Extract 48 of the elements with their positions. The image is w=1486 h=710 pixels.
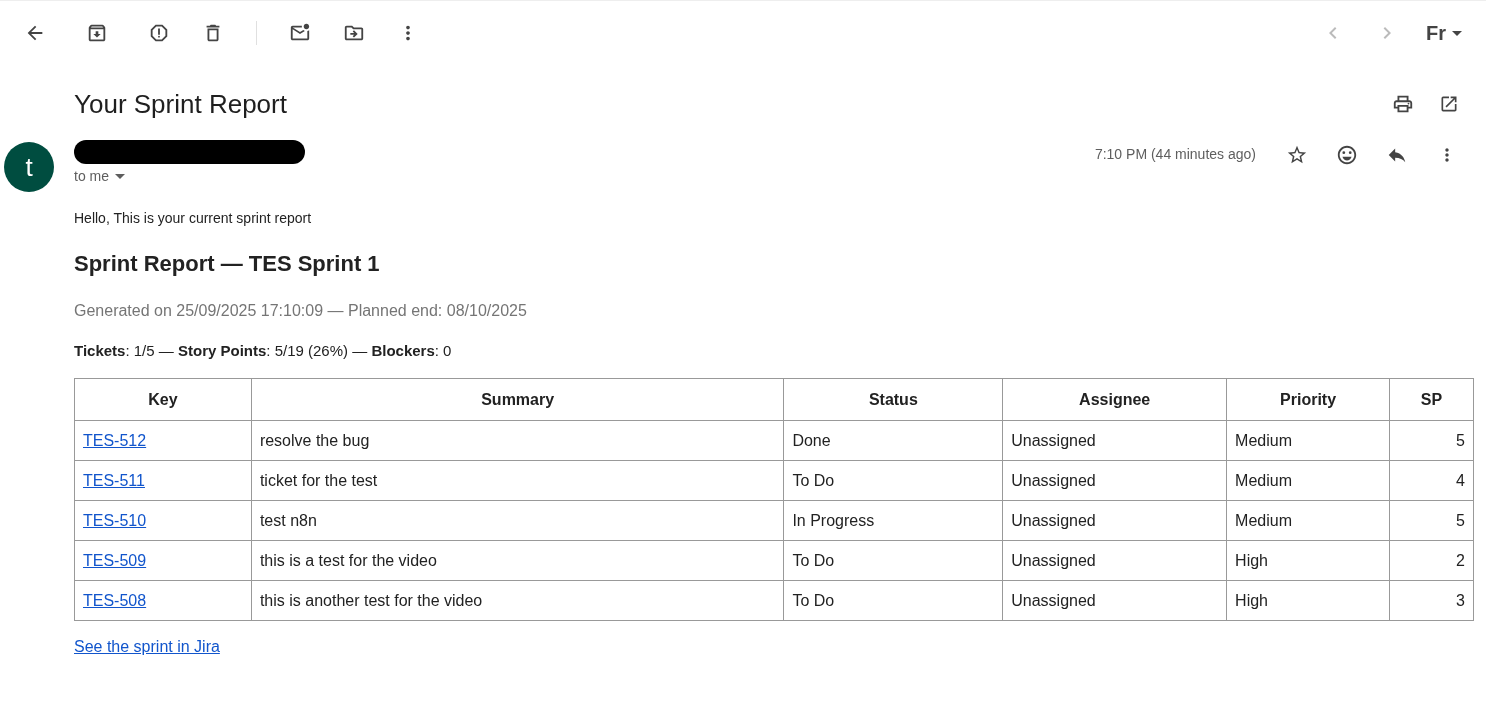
- table-cell: this is another test for the video: [251, 580, 784, 621]
- table-cell: 2: [1389, 540, 1474, 581]
- table-cell: 5: [1389, 500, 1474, 541]
- table-cell: Medium: [1226, 460, 1390, 501]
- table-cell: Medium: [1226, 420, 1390, 461]
- caret-icon: [115, 173, 125, 179]
- sender-avatar: t: [4, 142, 54, 192]
- table-cell: test n8n: [251, 500, 784, 541]
- table-cell: Unassigned: [1002, 420, 1227, 461]
- table-cell: 5: [1389, 420, 1474, 461]
- column-header: Key: [74, 378, 252, 421]
- table-cell: ticket for the test: [251, 460, 784, 501]
- table-cell: 3: [1389, 580, 1474, 621]
- table-cell: To Do: [783, 540, 1003, 581]
- table-cell: resolve the bug: [251, 420, 784, 461]
- table-cell: To Do: [783, 580, 1003, 621]
- table-cell: High: [1226, 580, 1390, 621]
- table-cell: In Progress: [783, 500, 1003, 541]
- ticket-link[interactable]: TES-512: [83, 431, 147, 449]
- ticket-link[interactable]: TES-510: [83, 511, 147, 529]
- input-tools-button[interactable]: Fr: [1422, 21, 1466, 45]
- jira-link[interactable]: See the sprint in Jira: [74, 638, 220, 655]
- table-cell: Medium: [1226, 500, 1390, 541]
- ticket-link[interactable]: TES-511: [83, 471, 145, 489]
- ticket-link[interactable]: TES-509: [83, 551, 147, 569]
- caret-icon: [1452, 30, 1462, 36]
- column-header: Summary: [251, 378, 784, 421]
- column-header: Status: [783, 378, 1003, 421]
- summary-text: Tickets: 1/5 — Story Points: 5/19 (26%) — Blockers: 0: [74, 342, 453, 359]
- table-cell: To Do: [783, 460, 1003, 501]
- email-subject: Your Sprint Report: [74, 88, 288, 120]
- table-cell: this is a test for the video: [251, 540, 784, 581]
- table-cell: Unassigned: [1002, 540, 1227, 581]
- table-cell: High: [1226, 540, 1390, 581]
- generated-text: Generated on 25/09/2025 17:10:09 — Planned end: 08/10/2025: [74, 302, 528, 320]
- table-cell: Unassigned: [1002, 580, 1227, 621]
- column-header: Priority: [1226, 378, 1390, 421]
- ticket-link[interactable]: TES-508: [83, 591, 147, 609]
- column-header: SP: [1389, 378, 1474, 421]
- column-header: Assignee: [1002, 378, 1227, 421]
- table-cell: 4: [1389, 460, 1474, 501]
- report-heading: Sprint Report — TES Sprint 1: [74, 251, 381, 277]
- table-cell: Done: [783, 420, 1003, 461]
- table-cell: Unassigned: [1002, 500, 1227, 541]
- message-time: 7:10 PM (44 minutes ago): [1094, 146, 1256, 164]
- table-cell: Unassigned: [1002, 460, 1227, 501]
- recipient-dropdown[interactable]: to me: [74, 168, 125, 184]
- greeting-text: Hello, This is your current sprint report: [74, 210, 313, 226]
